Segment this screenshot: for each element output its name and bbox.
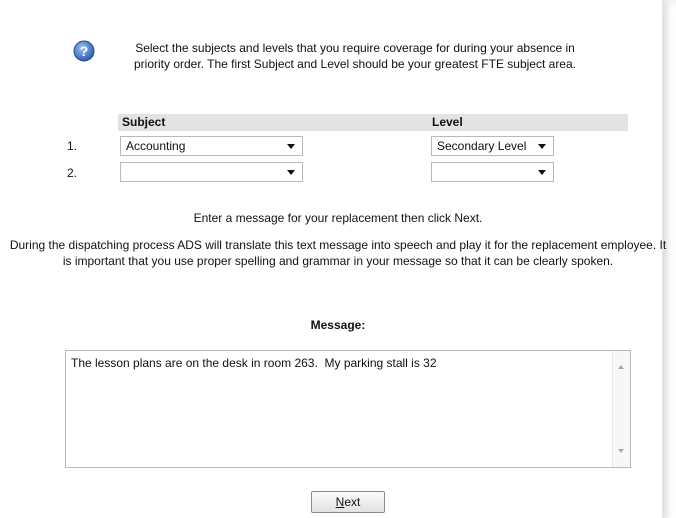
dispatch-note-line-2: is important that you use proper spellin… — [62, 254, 614, 268]
row-number-1: 1. — [67, 139, 78, 153]
subject-level-header: Subject Level — [118, 114, 628, 131]
level-column-header: Level — [432, 115, 463, 129]
intro-line-1: Select the subjects and levels that you … — [135, 41, 575, 55]
level-select-2[interactable] — [431, 162, 554, 182]
intro-line-2: priority order. The first Subject and Le… — [133, 57, 576, 71]
absence-form-panel: ? Select the subjects and levels that yo… — [0, 0, 666, 518]
subject-column-header: Subject — [122, 115, 166, 129]
next-button-label: ext — [344, 495, 361, 509]
svg-text:?: ? — [80, 43, 89, 59]
message-textarea[interactable]: The lesson plans are on the desk in room… — [65, 350, 631, 468]
dispatch-note-line-1: During the dispatching process ADS will … — [9, 238, 667, 252]
message-label: Message: — [310, 318, 366, 332]
scroll-up-icon[interactable] — [618, 365, 624, 369]
level-select-1[interactable]: Secondary Level — [431, 136, 554, 156]
subject-select-1[interactable]: Accounting — [120, 136, 303, 156]
level-select-1-value: Secondary Level — [437, 139, 527, 153]
scroll-down-icon[interactable] — [618, 449, 624, 453]
dispatch-note: During the dispatching process ADS will … — [0, 237, 676, 269]
chevron-down-icon — [287, 144, 295, 149]
message-scrollbar[interactable] — [612, 351, 630, 467]
subject-select-2[interactable] — [120, 162, 303, 182]
instruction-text: Enter a message for your replacement the… — [193, 211, 483, 225]
message-text: The lesson plans are on the desk in room… — [71, 356, 437, 370]
chevron-down-icon — [538, 170, 546, 175]
subject-select-1-value: Accounting — [126, 139, 186, 153]
intro-text: Select the subjects and levels that you … — [125, 40, 585, 72]
row-number-2: 2. — [67, 166, 78, 180]
chevron-down-icon — [287, 170, 295, 175]
chevron-down-icon — [538, 144, 546, 149]
next-button[interactable]: Next — [311, 491, 385, 513]
help-icon[interactable]: ? — [73, 40, 95, 62]
